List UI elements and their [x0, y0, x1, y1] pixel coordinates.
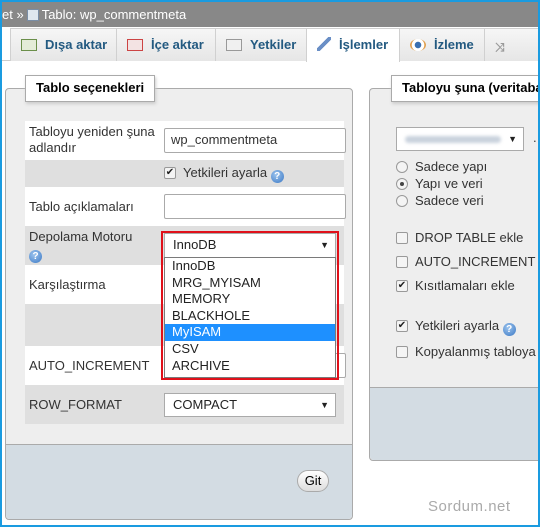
tab-bar: Dışa aktar İçe aktar Yetkiler İşlemler İ…	[0, 28, 540, 62]
help-icon[interactable]: ?	[29, 250, 42, 263]
radio-label: Yapı ve veri	[415, 176, 483, 191]
engine-option-highlighted[interactable]: MyISAM	[165, 324, 335, 341]
engine-option[interactable]: MRG_MYISAM	[165, 275, 335, 292]
engine-option[interactable]: InnoDB	[165, 258, 335, 275]
table-options-legend: Tablo seçenekleri	[25, 75, 156, 102]
tab-export[interactable]: Dışa aktar	[10, 28, 117, 61]
tab-privileges[interactable]: Yetkiler	[215, 28, 307, 61]
tab-import[interactable]: İçe aktar	[116, 28, 216, 61]
radio-data-only[interactable]	[396, 195, 408, 207]
tab-triggers[interactable]: ⤨	[484, 28, 540, 61]
row-format-label: ROW_FORMAT	[29, 397, 122, 412]
breadcrumb-prefix[interactable]: et »	[2, 7, 24, 22]
radio-label: Sadece veri	[415, 193, 484, 208]
engine-option[interactable]: CSV	[165, 341, 335, 358]
auto-increment-checkbox[interactable]	[396, 256, 408, 268]
triggers-icon: ⤨	[495, 40, 505, 54]
database-select[interactable]: ▼	[396, 127, 524, 151]
checkbox-label: DROP TABLE ekle	[415, 230, 524, 245]
db-separator: .	[533, 130, 537, 145]
engine-options-list: InnoDB MRG_MYISAM MEMORY BLACKHOLE MyISA…	[164, 257, 336, 378]
adjust-privileges-label: Yetkileri ayarla ?	[183, 165, 284, 183]
blurred-database-name	[405, 136, 501, 143]
tab-tracking[interactable]: İzleme	[399, 28, 485, 61]
comments-label: Tablo açıklamaları	[29, 199, 134, 214]
engine-option[interactable]: MEMORY	[165, 291, 335, 308]
collation-label: Karşılaştırma	[29, 277, 106, 292]
go-button[interactable]: Git	[297, 470, 329, 492]
breadcrumb: et » Tablo: wp_commentmeta	[0, 2, 540, 27]
table-icon	[26, 9, 39, 21]
help-icon[interactable]: ?	[270, 170, 284, 183]
help-icon[interactable]: ?	[502, 323, 516, 336]
engine-select[interactable]: InnoDB ▼	[164, 233, 336, 258]
radio-structure-only[interactable]	[396, 161, 408, 173]
breadcrumb-table[interactable]: Tablo: wp_commentmeta	[42, 7, 187, 22]
import-icon	[127, 39, 143, 51]
copy-table-footer	[370, 387, 540, 460]
radio-label: Sadece yapı	[415, 159, 488, 174]
rename-input[interactable]: wp_commentmeta	[164, 128, 346, 153]
switch-to-copied-checkbox[interactable]	[396, 346, 408, 358]
radio-structure-and-data[interactable]	[396, 178, 408, 190]
engine-option[interactable]: ARCHIVE	[165, 358, 335, 375]
tab-operations[interactable]: İşlemler	[306, 28, 400, 62]
checkbox-label: Kopyalanmış tabloya	[415, 344, 536, 359]
comments-input[interactable]	[164, 194, 346, 219]
eye-icon	[410, 39, 426, 51]
auto-increment-label: AUTO_INCREMENT	[29, 358, 150, 373]
wrench-icon	[317, 37, 331, 51]
engine-label: Depolama Motoru?	[29, 229, 133, 263]
engine-option[interactable]: BLACKHOLE	[165, 308, 335, 325]
dropdown-arrow-icon: ▼	[320, 400, 329, 410]
watermark: Sordum.net	[428, 498, 511, 515]
checkbox-label: Kısıtlamaları ekle	[415, 278, 515, 293]
privileges-icon	[226, 39, 242, 51]
adjust-privileges-checkbox[interactable]: ✔	[164, 167, 176, 179]
checkbox-label: Yetkileri ayarla ?	[415, 318, 516, 336]
dropdown-arrow-icon: ▼	[320, 240, 329, 250]
row-format-select[interactable]: COMPACT ▼	[164, 393, 336, 417]
adjust-privileges-checkbox-right[interactable]: ✔	[396, 320, 408, 332]
rename-label: Tabloyu yeniden şuna adlandır	[29, 124, 155, 155]
checkbox-label: AUTO_INCREMENT	[415, 254, 536, 269]
drop-table-checkbox[interactable]	[396, 232, 408, 244]
constraints-checkbox[interactable]: ✔	[396, 280, 408, 292]
copy-table-legend: Tabloyu şuna (veritaba	[391, 75, 540, 102]
dropdown-arrow-icon: ▼	[508, 134, 517, 144]
export-icon	[21, 39, 37, 51]
